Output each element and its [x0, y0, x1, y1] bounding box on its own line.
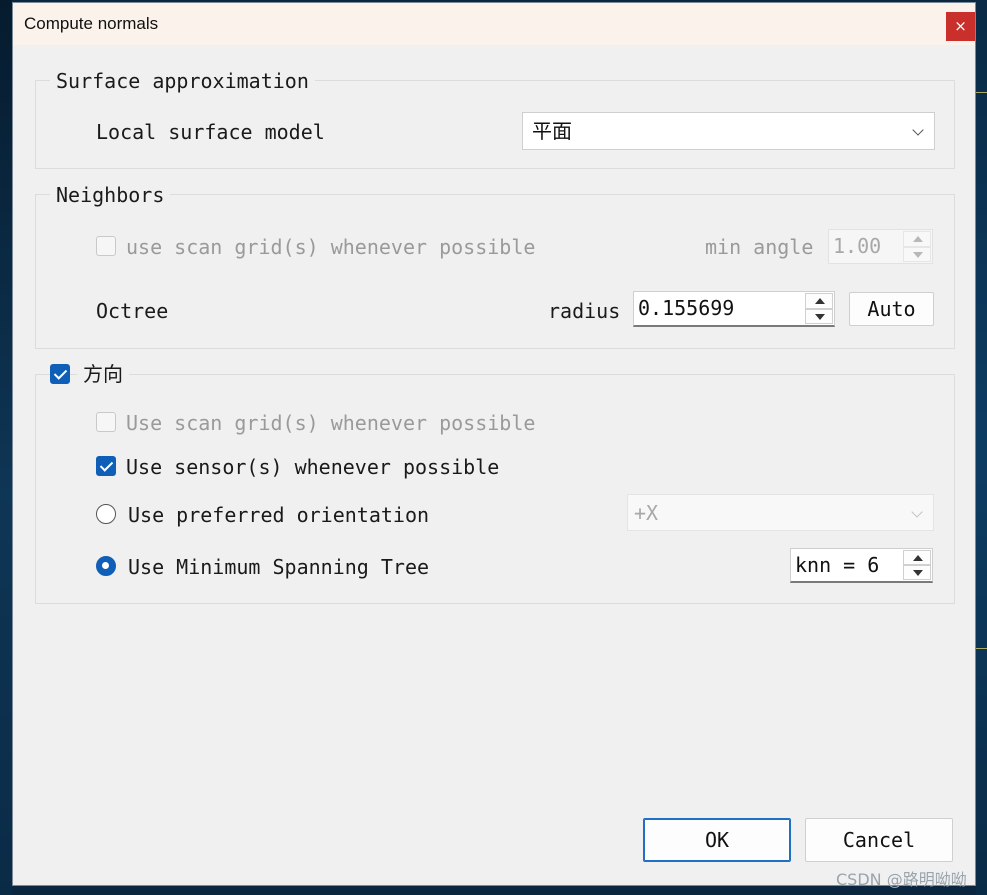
- min-angle-spinbox[interactable]: 1.00: [828, 229, 933, 264]
- preferred-orientation-value: +X: [634, 501, 659, 525]
- radio-selected-dot: [102, 562, 109, 569]
- local-surface-model-dropdown[interactable]: 平面: [522, 112, 935, 150]
- spin-down-button[interactable]: [903, 246, 931, 262]
- chevron-down-icon: [912, 124, 924, 136]
- use-scan-grid-orientation-label: Use scan grid(s) whenever possible: [126, 411, 536, 435]
- orientation-legend: 方向: [77, 361, 129, 387]
- compute-normals-dialog: Compute normals × Surface approximation …: [12, 2, 976, 886]
- watermark: CSDN @路明呦呦: [836, 870, 967, 889]
- spin-up-button[interactable]: [805, 293, 833, 309]
- ok-button[interactable]: OK: [643, 818, 791, 862]
- orientation-checkbox[interactable]: [50, 364, 70, 384]
- use-scan-grid-orientation-checkbox[interactable]: [96, 412, 116, 432]
- checkmark-icon: [99, 458, 114, 472]
- spin-up-button[interactable]: [903, 231, 931, 247]
- knn-value: knn = 6: [795, 553, 880, 577]
- arrow-down-icon: [815, 313, 825, 320]
- min-angle-value: 1.00: [833, 234, 882, 258]
- neighbors-legend: Neighbors: [50, 182, 171, 208]
- title-bar[interactable]: Compute normals ×: [13, 3, 975, 45]
- spin-down-button[interactable]: [805, 308, 833, 324]
- knn-spin-buttons: [903, 550, 931, 580]
- local-surface-model-label: Local surface model: [96, 120, 325, 144]
- octree-label: Octree: [96, 299, 169, 323]
- close-button[interactable]: ×: [946, 12, 975, 41]
- radius-label: radius: [548, 299, 621, 323]
- arrow-down-icon: [913, 570, 923, 576]
- use-preferred-orientation-radio[interactable]: [96, 504, 116, 524]
- checkmark-icon: [53, 366, 68, 380]
- desktop-background-right: [976, 0, 987, 895]
- radius-spin-buttons: [805, 293, 833, 324]
- spin-down-button[interactable]: [903, 565, 931, 580]
- close-icon: ×: [954, 17, 967, 35]
- local-surface-model-value: 平面: [532, 119, 572, 143]
- use-scan-grid-neighbors-label: use scan grid(s) whenever possible: [126, 235, 536, 259]
- use-mst-radio[interactable]: [96, 556, 116, 576]
- knn-spinbox[interactable]: knn = 6: [790, 548, 933, 583]
- use-preferred-orientation-label: Use preferred orientation: [128, 503, 430, 527]
- min-angle-spin-buttons: [903, 231, 931, 262]
- surface-approximation-legend: Surface approximation: [50, 68, 315, 94]
- use-mst-label: Use Minimum Spanning Tree: [128, 555, 430, 579]
- arrow-up-icon: [913, 555, 923, 561]
- window-title: Compute normals: [24, 14, 159, 33]
- min-angle-label: min angle: [705, 235, 814, 259]
- spin-up-button[interactable]: [903, 550, 931, 565]
- desktop-background-left: [0, 0, 12, 895]
- cancel-button[interactable]: Cancel: [805, 818, 953, 862]
- use-sensor-checkbox[interactable]: [96, 456, 116, 476]
- chevron-down-icon: [911, 506, 923, 518]
- use-sensor-label: Use sensor(s) whenever possible: [126, 455, 500, 479]
- radius-spinbox[interactable]: 0.155699: [633, 291, 835, 327]
- auto-button[interactable]: Auto: [849, 292, 934, 326]
- radius-value: 0.155699: [638, 296, 735, 320]
- use-scan-grid-neighbors-checkbox[interactable]: [96, 236, 116, 256]
- arrow-up-icon: [815, 298, 825, 304]
- arrow-up-icon: [913, 236, 923, 242]
- background-line: [976, 648, 987, 649]
- background-line: [976, 92, 987, 93]
- arrow-down-icon: [913, 251, 923, 258]
- preferred-orientation-dropdown[interactable]: +X: [627, 494, 934, 531]
